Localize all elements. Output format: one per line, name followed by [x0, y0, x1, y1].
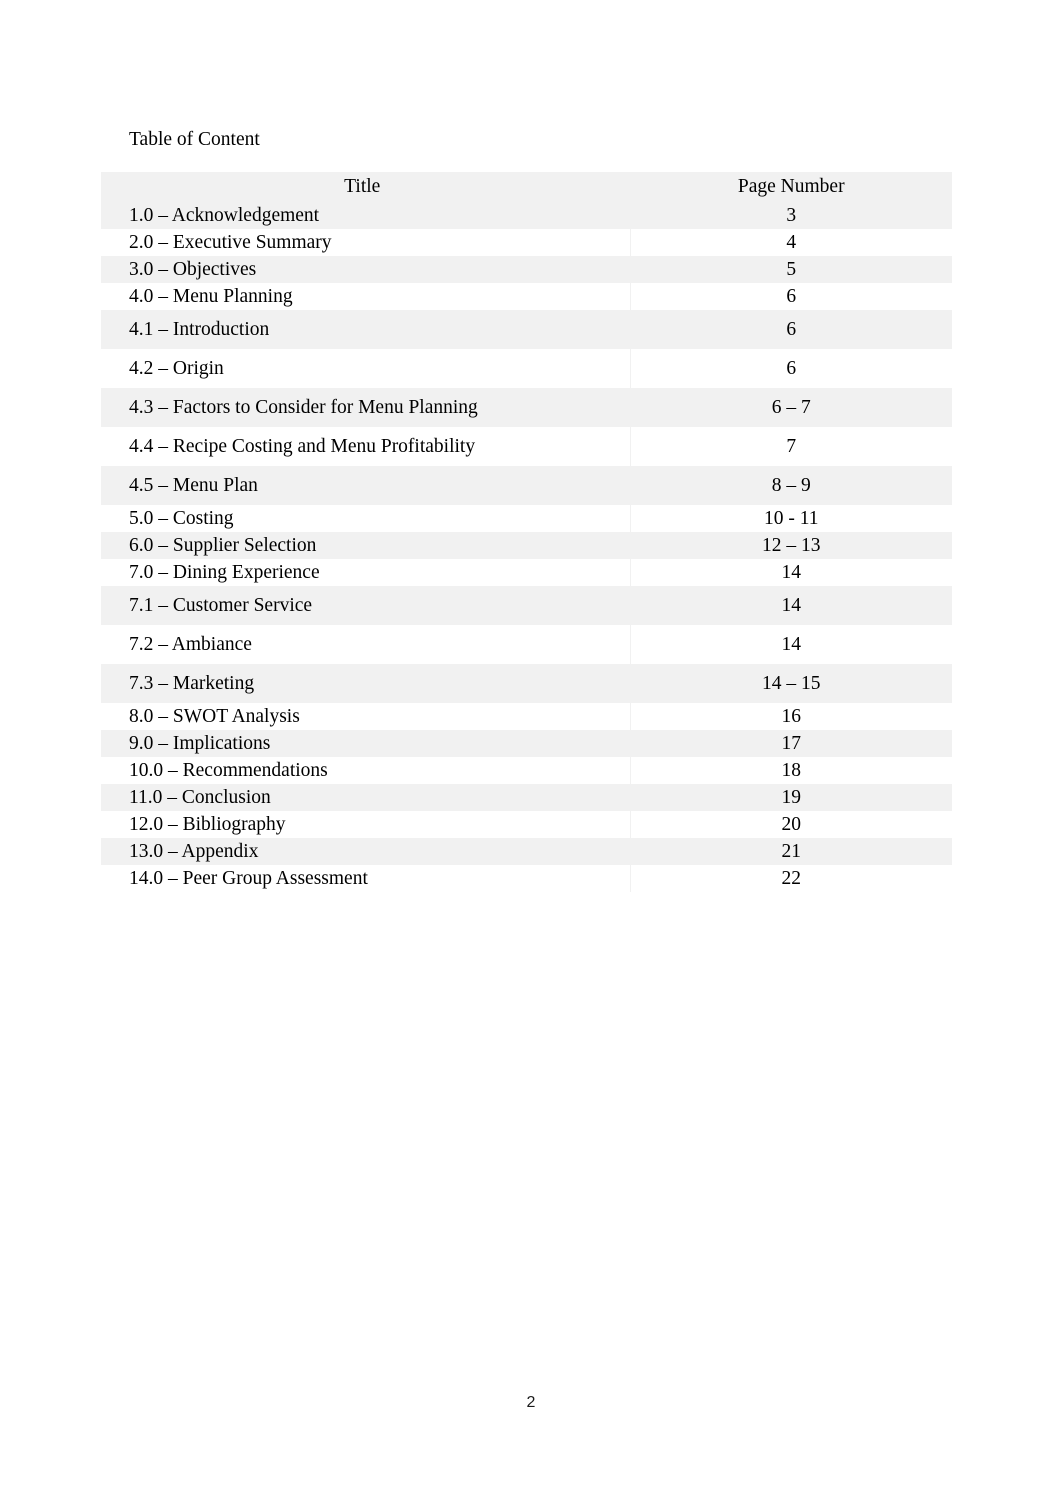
- toc-entry-page-number: 6: [630, 283, 952, 310]
- toc-entry-title: 7.3 – Marketing: [101, 664, 631, 703]
- toc-entry-title: 2.0 – Executive Summary: [101, 229, 631, 256]
- table-row: 4.4 – Recipe Costing and Menu Profitabil…: [101, 427, 952, 466]
- toc-entry-page-number: 6: [630, 310, 952, 349]
- toc-entry-page-number: 14: [630, 586, 952, 625]
- toc-entry-title: 5.0 – Costing: [101, 505, 631, 532]
- toc-entry-title: 12.0 – Bibliography: [101, 811, 631, 838]
- toc-entry-title: 7.1 – Customer Service: [101, 586, 631, 625]
- toc-entry-title: 13.0 – Appendix: [101, 838, 631, 865]
- table-row: 3.0 – Objectives 5: [101, 256, 952, 283]
- toc-entry-page-number: 12 – 13: [630, 532, 952, 559]
- toc-entry-page-number: 16: [630, 703, 952, 730]
- toc-entry-title: 4.4 – Recipe Costing and Menu Profitabil…: [101, 427, 631, 466]
- table-row: 7.1 – Customer Service 14: [101, 586, 952, 625]
- table-row: 7.3 – Marketing 14 – 15: [101, 664, 952, 703]
- table-row: 14.0 – Peer Group Assessment 22: [101, 865, 952, 892]
- toc-entry-title: 14.0 – Peer Group Assessment: [101, 865, 631, 892]
- toc-entry-page-number: 20: [630, 811, 952, 838]
- toc-entry-page-number: 14: [630, 625, 952, 664]
- toc-entry-title: 4.2 – Origin: [101, 349, 631, 388]
- toc-entry-title: 7.2 – Ambiance: [101, 625, 631, 664]
- column-header-page-number: Page Number: [630, 172, 952, 202]
- toc-entry-page-number: 7: [630, 427, 952, 466]
- table-row: 2.0 – Executive Summary 4: [101, 229, 952, 256]
- table-row: 12.0 – Bibliography 20: [101, 811, 952, 838]
- toc-entry-page-number: 14: [630, 559, 952, 586]
- toc-entry-title: 7.0 – Dining Experience: [101, 559, 631, 586]
- toc-entry-page-number: 6: [630, 349, 952, 388]
- toc-entry-page-number: 19: [630, 784, 952, 811]
- table-of-contents: Title Page Number 1.0 – Acknowledgement 3…: [101, 172, 952, 892]
- table-row: 1.0 – Acknowledgement 3: [101, 202, 952, 229]
- toc-entry-page-number: 5: [630, 256, 952, 283]
- table-row: 9.0 – Implications 17: [101, 730, 952, 757]
- table-row: 7.2 – Ambiance 14: [101, 625, 952, 664]
- toc-table-body: 1.0 – Acknowledgement 3 2.0 – Executive Su…: [101, 202, 952, 892]
- toc-entry-title: 4.5 – Menu Plan: [101, 466, 631, 505]
- toc-entry-page-number: 14 – 15: [630, 664, 952, 703]
- toc-entry-page-number: 3: [630, 202, 952, 229]
- footer-page-number: 2: [526, 1394, 536, 1411]
- toc-entry-page-number: 18: [630, 757, 952, 784]
- table-row: 10.0 – Recommendations 18: [101, 757, 952, 784]
- table-row: 4.2 – Origin 6: [101, 349, 952, 388]
- toc-entry-title: 4.1 – Introduction: [101, 310, 631, 349]
- toc-table-header: Title Page Number: [101, 172, 952, 202]
- toc-entry-title: 3.0 – Objectives: [101, 256, 631, 283]
- table-header-row: Title Page Number: [101, 172, 952, 202]
- table-row: 13.0 – Appendix 21: [101, 838, 952, 865]
- toc-entry-title: 1.0 – Acknowledgement: [101, 202, 631, 229]
- toc-entry-title: 10.0 – Recommendations: [101, 757, 631, 784]
- table-row: 7.0 – Dining Experience 14: [101, 559, 952, 586]
- page-title: Table of Content: [129, 129, 260, 150]
- column-header-title: Title: [101, 172, 631, 202]
- table-row: 4.1 – Introduction 6: [101, 310, 952, 349]
- toc-entry-page-number: 21: [630, 838, 952, 865]
- table-row: 6.0 – Supplier Selection 12 – 13: [101, 532, 952, 559]
- toc-entry-title: 9.0 – Implications: [101, 730, 631, 757]
- toc-entry-title: 8.0 – SWOT Analysis: [101, 703, 631, 730]
- toc-entry-title: 4.0 – Menu Planning: [101, 283, 631, 310]
- toc-entry-page-number: 22: [630, 865, 952, 892]
- toc-entry-title: 6.0 – Supplier Selection: [101, 532, 631, 559]
- toc-entry-page-number: 17: [630, 730, 952, 757]
- toc-entry-title: 11.0 – Conclusion: [101, 784, 631, 811]
- table-row: 4.0 – Menu Planning 6: [101, 283, 952, 310]
- toc-table: Title Page Number 1.0 – Acknowledgement 3…: [101, 172, 952, 892]
- table-row: 4.3 – Factors to Consider for Menu Plann…: [101, 388, 952, 427]
- toc-entry-page-number: 6 – 7: [630, 388, 952, 427]
- table-row: 8.0 – SWOT Analysis 16: [101, 703, 952, 730]
- table-row: 11.0 – Conclusion 19: [101, 784, 952, 811]
- document-page: Table of Content Title Page Number 1.0 –…: [0, 0, 1062, 1506]
- table-row: 5.0 – Costing 10 - 11: [101, 505, 952, 532]
- toc-entry-page-number: 10 - 11: [630, 505, 952, 532]
- table-row: 4.5 – Menu Plan 8 – 9: [101, 466, 952, 505]
- toc-entry-title: 4.3 – Factors to Consider for Menu Plann…: [101, 388, 631, 427]
- toc-entry-page-number: 4: [630, 229, 952, 256]
- toc-entry-page-number: 8 – 9: [630, 466, 952, 505]
